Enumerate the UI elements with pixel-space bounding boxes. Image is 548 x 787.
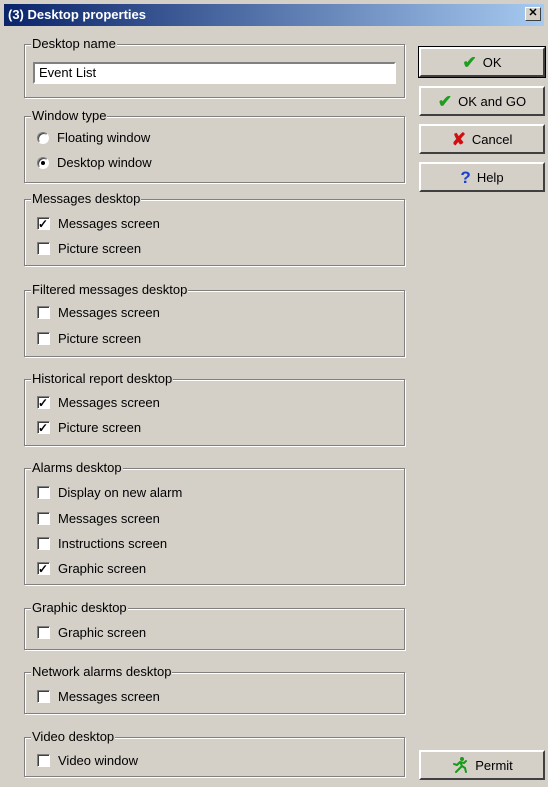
question-icon: ? [460, 167, 471, 187]
group-title-filtered-messages-desktop: Filtered messages desktop [31, 282, 189, 298]
checkbox-label: Messages screen [58, 305, 160, 320]
permit-button-label: Permit [475, 757, 513, 773]
help-button[interactable]: ? Help [419, 162, 545, 192]
historical-report-desktop-group: Historical report desktop Messages scree… [24, 371, 405, 446]
checkbox[interactable] [37, 626, 50, 640]
graphic-desktop-group: Graphic desktop Graphic screen [24, 600, 405, 650]
desktop-properties-dialog: (3) Desktop properties ✕ Desktop name Ev… [0, 0, 548, 787]
checkbox-label: Video window [58, 753, 138, 768]
checkbox-label: Picture screen [58, 241, 142, 256]
checkbox[interactable] [37, 419, 50, 437]
alarms-desktop-group: Alarms desktop Display on new alarm Mess… [24, 460, 405, 585]
checkbox-row[interactable]: Graphic screen [37, 624, 146, 642]
filtered-messages-desktop-group: Filtered messages desktop Messages scree… [24, 282, 405, 357]
radio-label: Desktop window [57, 155, 152, 170]
checkmark-icon: ✔ [437, 91, 453, 111]
checkbox[interactable] [37, 394, 50, 412]
group-title-desktop-name: Desktop name [31, 36, 117, 52]
checkbox[interactable] [37, 306, 50, 320]
group-title-alarms-desktop: Alarms desktop [31, 460, 123, 476]
checkbox-row[interactable]: Instructions screen [37, 535, 167, 553]
checkbox-row[interactable]: Video window [37, 752, 138, 770]
desktop-name-input[interactable]: Event List [33, 62, 396, 84]
radio-button[interactable] [37, 131, 49, 144]
checkbox-row[interactable]: Messages screen [37, 510, 160, 528]
video-desktop-group: Video desktop Video window [24, 729, 405, 777]
checkbox-label: Graphic screen [58, 625, 147, 640]
checkbox-label: Messages screen [58, 511, 160, 526]
title-bar[interactable]: (3) Desktop properties ✕ [4, 4, 544, 26]
checkbox[interactable] [37, 242, 50, 256]
checkbox[interactable] [37, 537, 50, 551]
desktop-name-group: Desktop name Event List [24, 36, 405, 98]
checkbox[interactable] [37, 486, 50, 500]
checkbox-row[interactable]: Display on new alarm [37, 484, 182, 502]
checkbox-row[interactable]: Graphic screen [37, 560, 146, 578]
checkbox-row[interactable]: Messages screen [37, 304, 160, 322]
help-button-label: Help [476, 169, 504, 185]
group-title-graphic-desktop: Graphic desktop [31, 600, 128, 616]
checkmark-icon: ✔ [462, 52, 477, 72]
cancel-button[interactable]: ✘ Cancel [419, 124, 545, 154]
group-title-video-desktop: Video desktop [31, 729, 116, 745]
messages-desktop-group: Messages desktop Messages screen Picture… [24, 191, 405, 266]
radio-floating-window[interactable]: Floating window [37, 129, 150, 147]
checkbox-label: Picture screen [58, 331, 142, 346]
window-title: (3) Desktop properties [8, 7, 146, 22]
checkbox-label: Messages screen [58, 216, 160, 231]
ok-and-go-button[interactable]: ✔ OK and GO [419, 86, 545, 116]
ok-and-go-button-label: OK and GO [458, 93, 527, 109]
permit-button[interactable]: Permit [419, 750, 545, 780]
checkbox[interactable] [37, 215, 50, 233]
checkbox-label: Graphic screen [58, 561, 147, 576]
group-title-network-alarms-desktop: Network alarms desktop [31, 664, 173, 680]
checkbox-label: Picture screen [58, 420, 142, 435]
checkbox[interactable] [37, 754, 50, 768]
checkbox-row[interactable]: Picture screen [37, 240, 141, 258]
checkbox[interactable] [37, 332, 50, 346]
checkbox[interactable] [37, 690, 50, 704]
checkbox-label: Messages screen [58, 689, 160, 704]
checkbox-row[interactable]: Picture screen [37, 330, 141, 348]
radio-label: Floating window [57, 130, 151, 145]
checkbox-row[interactable]: Messages screen [37, 394, 160, 412]
network-alarms-desktop-group: Network alarms desktop Messages screen [24, 664, 405, 714]
window-type-group: Window type Floating window Desktop wind… [24, 108, 405, 183]
group-title-historical-report-desktop: Historical report desktop [31, 371, 174, 387]
radio-desktop-window[interactable]: Desktop window [37, 154, 152, 172]
checkbox-label: Messages screen [58, 395, 160, 410]
radio-button[interactable] [37, 156, 49, 169]
group-title-window-type: Window type [31, 108, 108, 124]
checkbox-label: Instructions screen [58, 536, 168, 551]
close-button[interactable]: ✕ [525, 7, 541, 21]
group-title-messages-desktop: Messages desktop [31, 191, 142, 207]
cross-icon: ✘ [451, 129, 466, 149]
checkbox-row[interactable]: Messages screen [37, 215, 160, 233]
checkbox-row[interactable]: Picture screen [37, 419, 141, 437]
cancel-button-label: Cancel [471, 131, 513, 147]
checkbox-row[interactable]: Messages screen [37, 688, 160, 706]
checkbox-label: Display on new alarm [58, 485, 183, 500]
checkbox[interactable] [37, 512, 50, 526]
running-man-icon [453, 757, 468, 773]
ok-button-label: OK [482, 54, 502, 70]
ok-button[interactable]: ✔ OK [419, 47, 545, 77]
checkbox[interactable] [37, 560, 50, 578]
